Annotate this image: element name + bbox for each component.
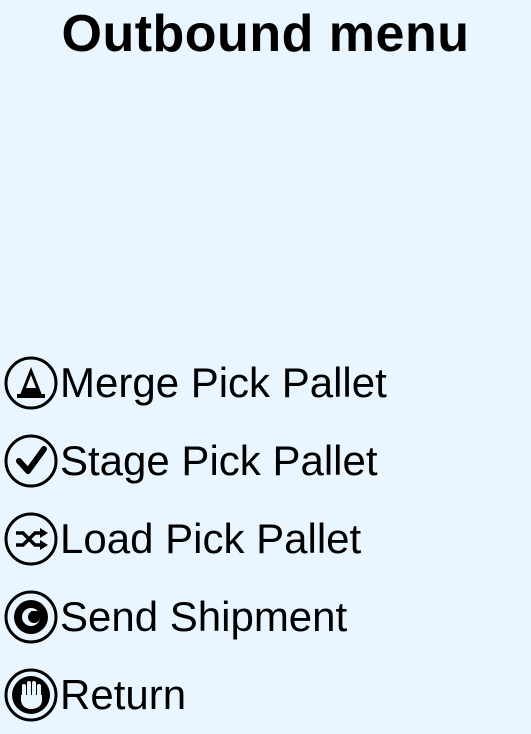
menu-item-return[interactable]: Return bbox=[3, 656, 523, 734]
menu-item-merge-pick-pallet[interactable]: Merge Pick Pallet bbox=[3, 344, 523, 422]
menu-item-stage-pick-pallet[interactable]: Stage Pick Pallet bbox=[3, 422, 523, 500]
menu-item-label: Merge Pick Pallet bbox=[60, 359, 387, 406]
shuffle-icon bbox=[3, 511, 59, 567]
menu-item-load-pick-pallet[interactable]: Load Pick Pallet bbox=[3, 500, 523, 578]
send-circle-icon bbox=[3, 589, 59, 645]
menu-item-send-shipment[interactable]: Send Shipment bbox=[3, 578, 523, 656]
menu-item-label: Return bbox=[60, 671, 187, 718]
checkmark-icon bbox=[3, 433, 59, 489]
menu-item-label: Send Shipment bbox=[60, 593, 348, 640]
outbound-menu: Merge Pick Pallet Stage Pick Pallet Load… bbox=[3, 344, 523, 734]
menu-item-label: Stage Pick Pallet bbox=[60, 437, 378, 484]
traffic-cone-icon bbox=[3, 355, 59, 411]
menu-item-label: Load Pick Pallet bbox=[60, 515, 362, 562]
page-title: Outbound menu bbox=[61, 5, 470, 63]
